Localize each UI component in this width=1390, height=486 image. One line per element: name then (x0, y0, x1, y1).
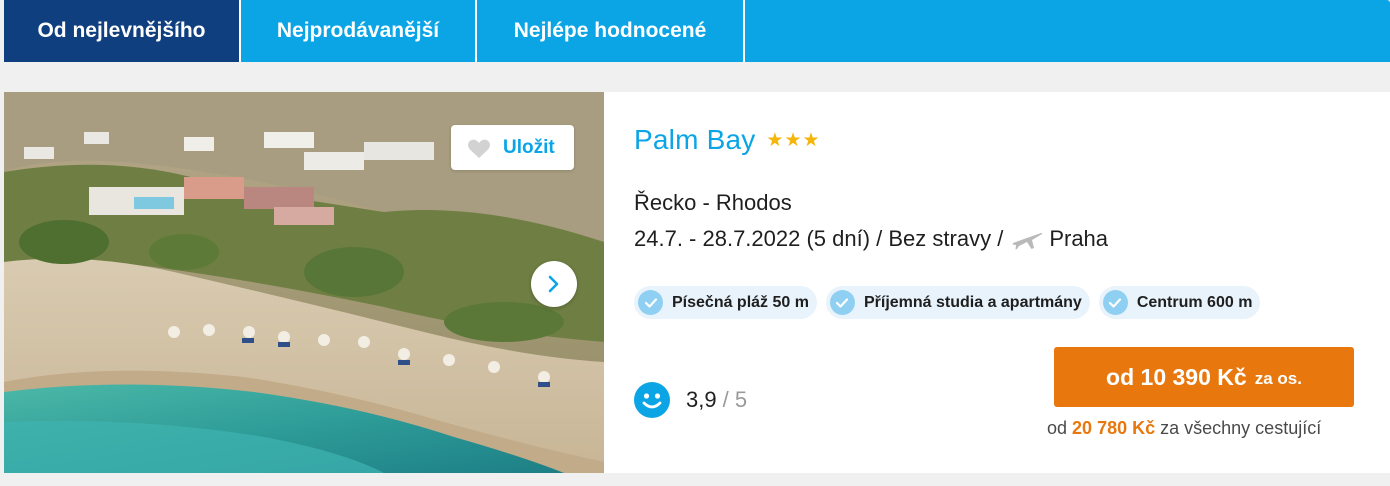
save-label: Uložit (503, 136, 555, 158)
feature-tag: Písečná pláž 50 m (634, 286, 817, 319)
hotel-name[interactable]: Palm Bay ★ ★ ★ (634, 124, 820, 156)
check-icon (638, 290, 663, 315)
star-rating: ★ ★ ★ (766, 129, 819, 152)
rating-max: / 5 (722, 387, 748, 412)
tab-best-rated[interactable]: Nejlépe hodnocené (477, 0, 745, 62)
trip-dates-board: 24.7. - 28.7.2022 (5 dní) / Bez stravy / (634, 226, 1004, 251)
hotel-title[interactable]: Palm Bay (634, 124, 755, 156)
trip-details: 24.7. - 28.7.2022 (5 dní) / Bez stravy /… (634, 226, 1108, 252)
tab-bestselling[interactable]: Nejprodávanější (241, 0, 477, 62)
star-icon: ★ (766, 129, 784, 151)
rating-value: 3,9 (686, 387, 717, 412)
feature-tag: Centrum 600 m (1098, 286, 1261, 319)
destination: Řecko - Rhodos (634, 190, 792, 215)
total-price: od 20 780 Kč za všechny cestující (1047, 418, 1321, 439)
tab-label: Nejprodávanější (276, 19, 440, 42)
sort-tabs: Od nejlevnějšího Nejprodávanější Nejlépe… (4, 0, 1390, 62)
price-per-person: od 10 390 Kč (1106, 363, 1247, 390)
guest-rating: 3,9 / 5 (634, 382, 747, 418)
feature-tag-label: Centrum 600 m (1136, 293, 1253, 311)
smile-icon (634, 382, 670, 418)
star-icon: ★ (784, 129, 802, 151)
plane-icon (1011, 228, 1043, 250)
total-suffix: za všechny cestující (1160, 418, 1322, 438)
feature-tag: Příjemná studia a apartmány (825, 286, 1090, 319)
tab-label: Nejlépe hodnocené (513, 19, 707, 42)
check-icon (829, 290, 855, 315)
tab-label: Od nejlevnějšího (37, 19, 206, 42)
chevron-right-icon (548, 275, 559, 293)
check-icon (1102, 290, 1128, 315)
hotel-info: Palm Bay ★ ★ ★ Řecko - Rhodos 24.7. - 28.7… (634, 92, 1390, 473)
save-button[interactable]: Uložit (451, 125, 574, 170)
tab-cheapest[interactable]: Od nejlevnějšího (4, 0, 241, 62)
heart-icon (468, 139, 490, 158)
total-prefix: od (1047, 418, 1068, 438)
hotel-photo[interactable]: Uložit (4, 92, 604, 473)
total-amount: 20 780 Kč (1072, 418, 1156, 438)
feature-tag-label: Písečná pláž 50 m (672, 293, 809, 311)
price-suffix: za os. (1254, 369, 1302, 388)
star-icon: ★ (802, 129, 820, 151)
next-photo-button[interactable] (531, 261, 577, 307)
price-button[interactable]: od 10 390 Kč za os. (1054, 347, 1354, 407)
feature-tags: Písečná pláž 50 m Příjemná studia a apar… (634, 286, 1261, 319)
feature-tag-label: Příjemná studia a apartmány (863, 293, 1082, 311)
hotel-card: Uložit Palm Bay ★ ★ ★ Řecko - Rhodos 24.7.… (4, 92, 1390, 473)
departure-city: Praha (1049, 226, 1109, 251)
